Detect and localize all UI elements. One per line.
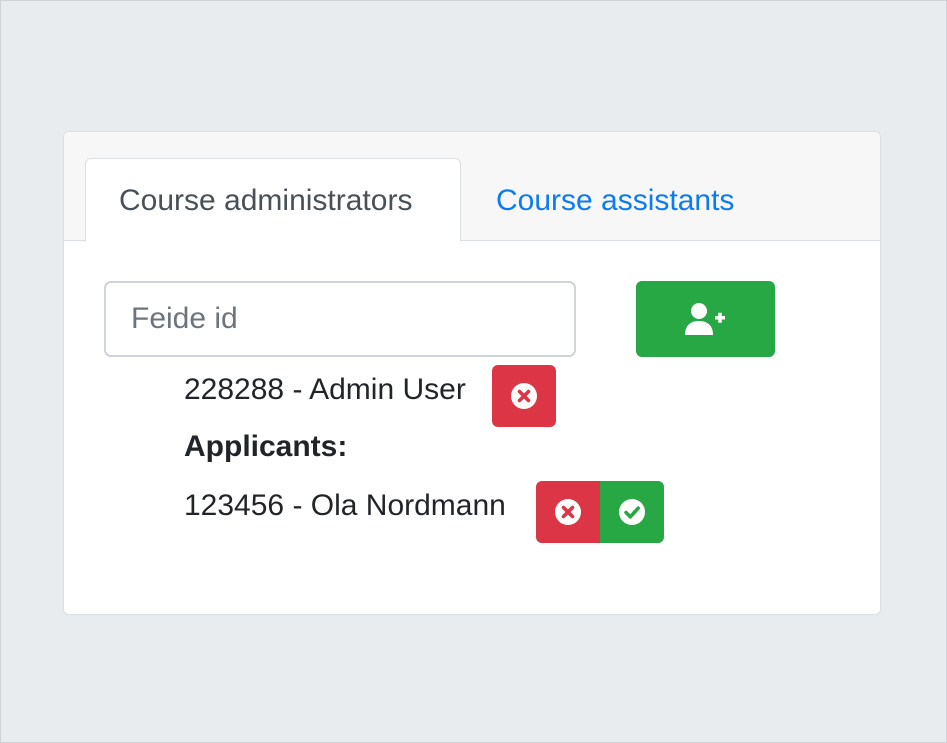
applicant-row: 123456 - Ola Nordmann (184, 489, 506, 522)
feide-id-input[interactable] (104, 281, 576, 357)
user-plus-icon (684, 303, 725, 335)
approve-applicant-button[interactable] (600, 481, 664, 543)
course-staff-card: Course administrators Course assistants … (63, 131, 881, 615)
times-circle-icon (555, 499, 581, 525)
remove-admin-button[interactable] (492, 365, 556, 427)
add-user-button[interactable] (636, 281, 775, 357)
tab-course-administrators[interactable]: Course administrators (85, 158, 461, 242)
reject-applicant-button[interactable] (536, 481, 600, 543)
card-header: Course administrators Course assistants (64, 132, 880, 242)
admin-row: 228288 - Admin User (184, 373, 466, 406)
tab-course-assistants[interactable]: Course assistants (462, 158, 768, 241)
applicants-heading: Applicants: (184, 430, 348, 463)
check-circle-icon (619, 499, 645, 525)
times-circle-icon (511, 383, 537, 409)
